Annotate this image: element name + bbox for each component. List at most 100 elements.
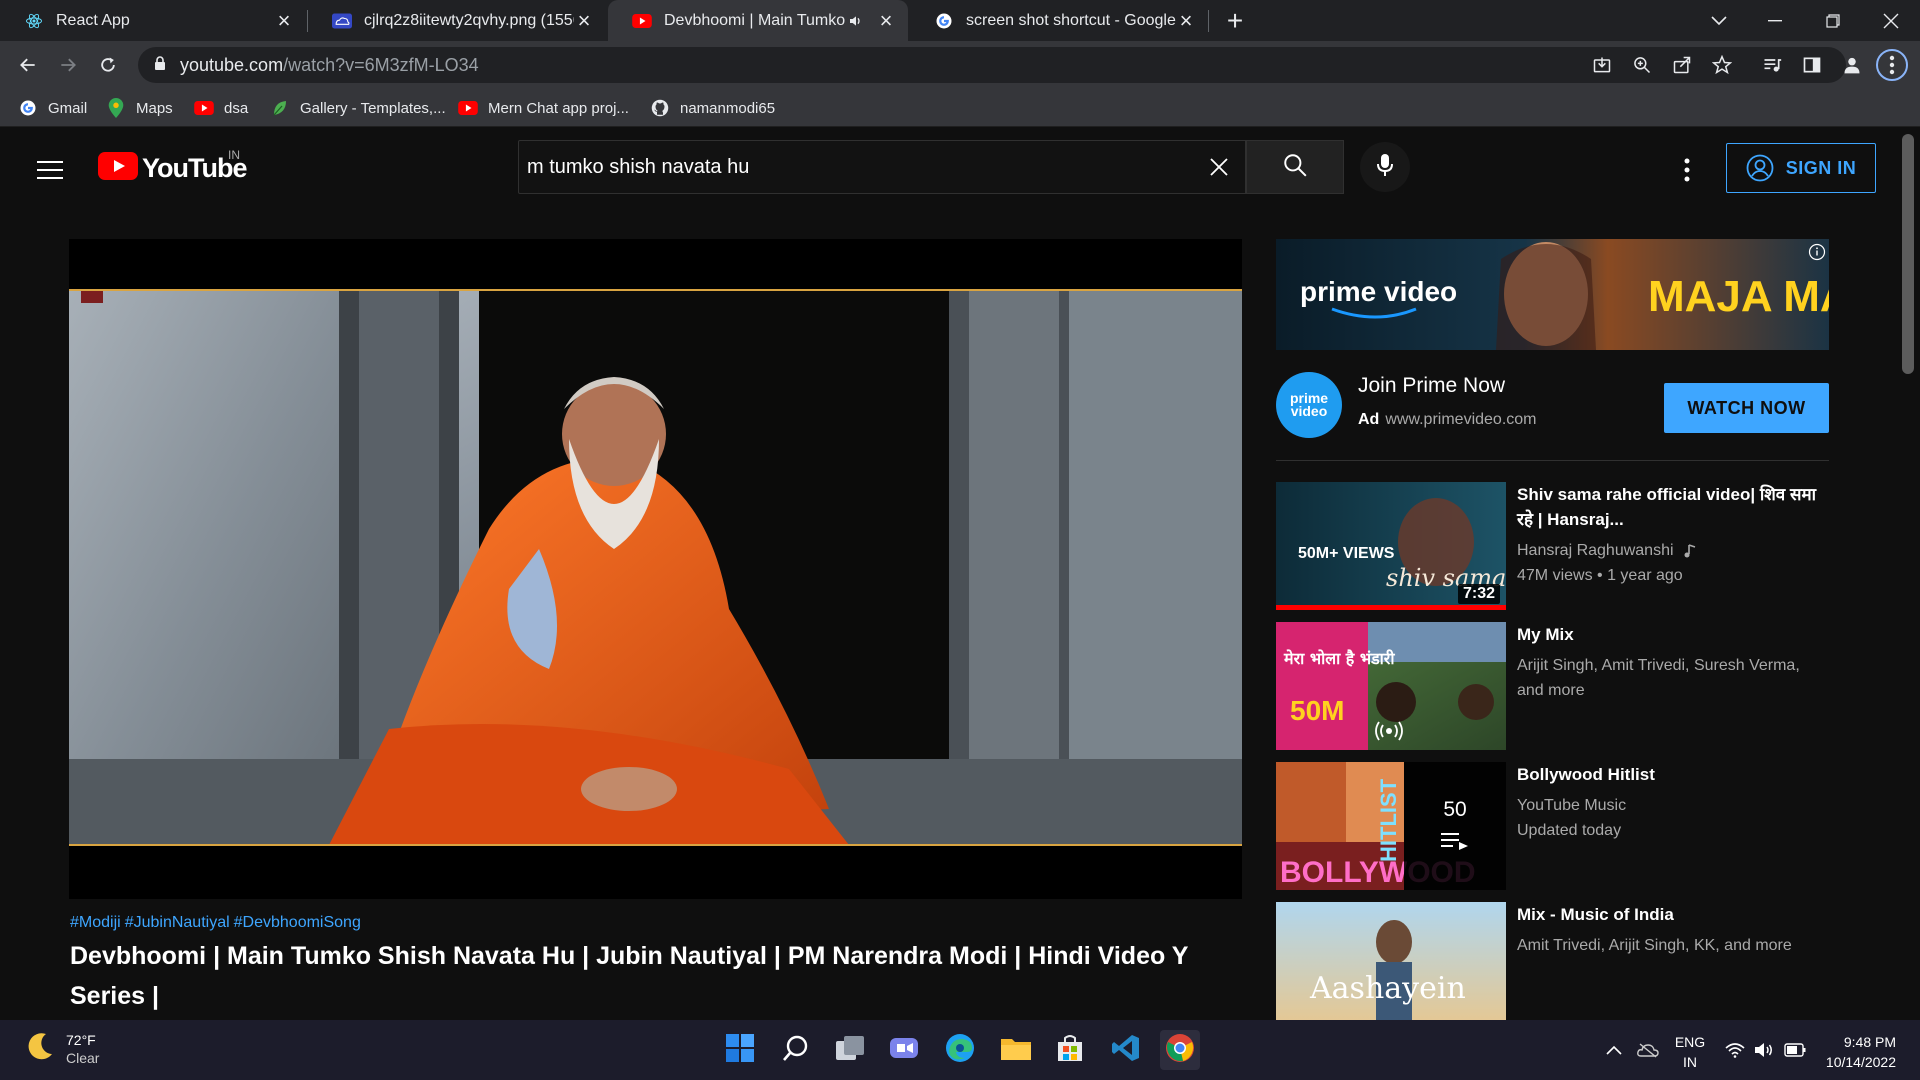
start-button[interactable] [720, 1030, 760, 1070]
taskbar-search-button[interactable] [776, 1030, 816, 1070]
ad-title[interactable]: Join Prime Now [1358, 374, 1505, 398]
minimize-button[interactable] [1750, 0, 1800, 41]
onedrive-offline-icon[interactable] [1632, 1020, 1664, 1080]
bookmark-gallery[interactable]: Gallery - Templates,... [270, 89, 446, 127]
vscode-button[interactable] [1106, 1030, 1146, 1070]
language-indicator[interactable]: ENG IN [1670, 1032, 1710, 1072]
close-icon[interactable]: × [574, 8, 594, 34]
hashtag-link[interactable]: #DevbhoomiSong [234, 914, 361, 931]
page-scrollbar[interactable] [1902, 134, 1914, 374]
tab-search-chevron-icon[interactable] [1694, 0, 1744, 41]
side-panel-icon[interactable] [1796, 49, 1828, 81]
hashtag-link[interactable]: #Modiji [70, 914, 121, 931]
recommendation-title[interactable]: My Mix [1517, 622, 1827, 647]
tab-google-search[interactable]: screen shot shortcut - Google Se × [910, 0, 1208, 41]
task-view-button[interactable] [830, 1030, 870, 1070]
tray-chevron-icon[interactable] [1600, 1020, 1628, 1080]
hashtag-link[interactable]: #JubinNautiyal [125, 914, 230, 931]
new-tab-button[interactable]: + [1218, 0, 1252, 41]
hamburger-menu-icon[interactable] [34, 154, 66, 186]
profile-icon[interactable] [1836, 49, 1868, 81]
recommendation-item[interactable]: मेरा भोला है भंडारी 50M My Mix Arijit Si… [1276, 622, 1829, 750]
url-host: youtube.com [180, 54, 284, 75]
edge-browser-button[interactable] [940, 1030, 980, 1070]
media-control-icon[interactable] [1756, 49, 1788, 81]
microphone-icon [1376, 153, 1394, 182]
recommendation-title[interactable]: Shiv sama rahe official video| शिव समा र… [1517, 482, 1827, 532]
search-button[interactable] [1246, 140, 1344, 194]
edge-icon [945, 1033, 975, 1068]
mix-artists: Arijit Singh, Amit Trivedi, Suresh Verma… [1517, 657, 1800, 699]
watch-now-button[interactable]: WATCH NOW [1664, 383, 1829, 433]
kebab-menu-icon[interactable] [1876, 49, 1908, 81]
bookmark-dsa[interactable]: dsa [194, 89, 248, 127]
playlist-updated: Updated today [1517, 822, 1622, 839]
close-window-button[interactable] [1866, 0, 1916, 41]
tab-image[interactable]: cjlrq2z8iitewty2qvhy.png (1556× × [308, 0, 606, 41]
install-app-icon[interactable] [1586, 49, 1618, 81]
recommendation-item[interactable]: 50M+ VIEWS shiv samarahe 7:32 Shiv sama … [1276, 482, 1829, 610]
thumb-overlay-text: Aashayein [1309, 971, 1466, 1006]
youtube-icon [194, 98, 214, 118]
music-note-icon [1684, 543, 1696, 558]
mix-thumbnail[interactable]: Aashayein [1276, 902, 1506, 1020]
reload-button[interactable] [92, 49, 124, 81]
github-icon [650, 98, 670, 118]
recommendation-title[interactable]: Bollywood Hitlist [1517, 762, 1827, 787]
ad-subline: Ad www.primevideo.com [1358, 411, 1536, 429]
system-clock[interactable]: 9:48 PM 10/14/2022 [1818, 1032, 1896, 1072]
channel-name[interactable]: Hansraj Raghuwanshi [1517, 538, 1674, 563]
country-code: IN [228, 148, 240, 162]
bookmark-github[interactable]: namanmodi65 [650, 89, 775, 127]
microsoft-store-button[interactable] [1050, 1030, 1090, 1070]
close-icon[interactable]: × [1176, 8, 1196, 34]
close-icon[interactable]: × [274, 8, 294, 34]
playlist-owner[interactable]: YouTube Music [1517, 793, 1827, 818]
bookmark-star-icon[interactable] [1706, 49, 1738, 81]
forward-button[interactable] [52, 49, 84, 81]
tab-react-app[interactable]: React App × [0, 0, 306, 41]
search-input[interactable]: m tumko shish navata hu [518, 140, 1246, 194]
weather-widget[interactable]: 72°F Clear [24, 1030, 99, 1067]
lock-icon[interactable] [154, 55, 166, 75]
speaker-icon[interactable] [848, 13, 864, 29]
settings-more-icon[interactable] [1672, 152, 1702, 188]
prime-video-logo[interactable]: prime video [1276, 372, 1342, 438]
video-player[interactable] [69, 239, 1242, 899]
info-icon[interactable] [1808, 243, 1826, 261]
mix-thumbnail[interactable]: मेरा भोला है भंडारी 50M [1276, 622, 1506, 750]
recommendation-item[interactable]: Aashayein Mix - Music of India Amit Triv… [1276, 902, 1829, 1020]
recommendation-title[interactable]: Mix - Music of India [1517, 902, 1827, 927]
playlist-thumbnail[interactable]: BOLLYWOOD HITLIST 50 [1276, 762, 1506, 890]
sign-in-button[interactable]: SIGN IN [1726, 143, 1876, 193]
youtube-logo[interactable]: YouTube [98, 152, 247, 185]
windows-taskbar: 72°F Clear ENG IN 9:48 PM 10/14/2022 [0, 1020, 1920, 1080]
voice-search-button[interactable] [1360, 142, 1410, 192]
volume-icon[interactable] [1750, 1020, 1778, 1080]
back-button[interactable] [12, 49, 44, 81]
wifi-icon[interactable] [1720, 1020, 1750, 1080]
zoom-icon[interactable] [1626, 49, 1658, 81]
bookmark-gmail[interactable]: Gmail [18, 89, 87, 127]
close-icon[interactable]: × [876, 8, 896, 34]
tab-youtube-active[interactable]: Devbhoomi | Main Tumko Sh × [608, 0, 908, 41]
moon-icon [24, 1030, 56, 1067]
youtube-play-logo-icon [98, 152, 138, 185]
battery-icon[interactable] [1780, 1020, 1810, 1080]
bookmark-maps[interactable]: Maps [106, 89, 173, 127]
region-code: IN [1683, 1054, 1697, 1070]
google-icon [18, 98, 38, 118]
tab-separator [1208, 10, 1209, 32]
chrome-button[interactable] [1160, 1030, 1200, 1070]
ad-banner[interactable]: prime video MAJA MA [1276, 239, 1829, 350]
video-thumbnail[interactable]: 50M+ VIEWS shiv samarahe 7:32 [1276, 482, 1506, 610]
restore-button[interactable] [1808, 0, 1858, 41]
bookmark-mern-chat[interactable]: Mern Chat app proj... [458, 89, 629, 127]
search-query: m tumko shish navata hu [527, 155, 750, 178]
video-duration: 7:32 [1457, 584, 1500, 604]
teams-chat-button[interactable] [884, 1030, 924, 1070]
recommendation-item[interactable]: BOLLYWOOD HITLIST 50 Bollywood Hitlist Y… [1276, 762, 1829, 890]
share-icon[interactable] [1666, 49, 1698, 81]
file-explorer-button[interactable] [996, 1030, 1036, 1070]
clear-search-icon[interactable] [1199, 147, 1239, 187]
